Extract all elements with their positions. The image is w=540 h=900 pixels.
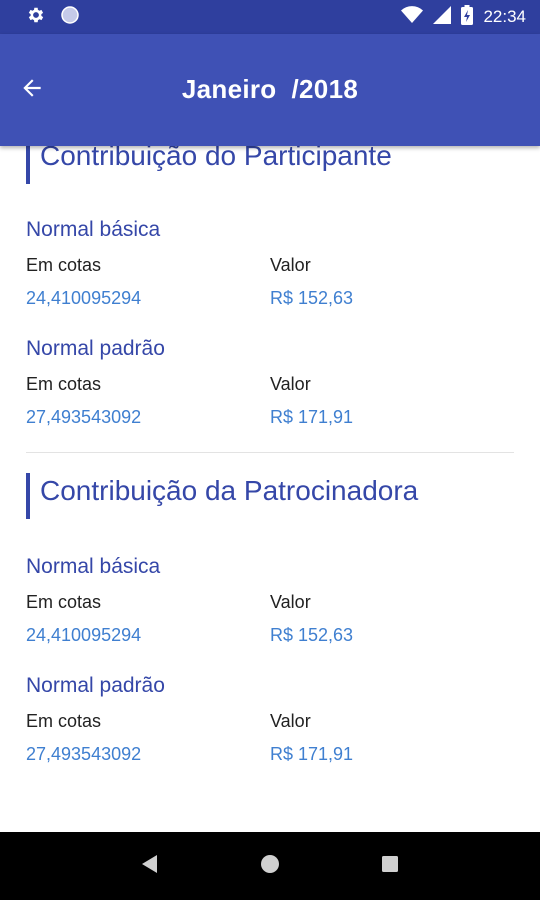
amount-value: R$ 171,91 (270, 744, 354, 764)
content-scroll[interactable]: Contribuição do Participante Normal bási… (0, 146, 540, 832)
status-right: 22:34 (401, 4, 526, 30)
section-accent-bar (26, 473, 30, 519)
group-title: Normal básica (26, 218, 161, 241)
back-triangle-icon (141, 854, 159, 879)
nav-recents-button[interactable] (370, 846, 410, 886)
nav-home-button[interactable] (250, 846, 290, 886)
section-header: Contribuição do Participante (0, 146, 540, 188)
settings-gear-icon (26, 5, 46, 30)
quota-value: 27,493543092 (26, 407, 142, 427)
value-label: Valor (270, 592, 311, 612)
status-bar: 22:34 (0, 0, 540, 34)
status-left (26, 5, 80, 30)
group-title: Normal básica (26, 555, 161, 578)
quota-value: 24,410095294 (26, 625, 142, 645)
section-accent-bar (26, 146, 30, 184)
quota-label: Em cotas (26, 255, 102, 275)
value-label: Valor (270, 711, 311, 731)
group-title: Normal padrão (26, 337, 165, 360)
wifi-icon (401, 5, 424, 29)
page-title: Janeiro /2018 (181, 74, 359, 104)
quota-label: Em cotas (26, 592, 102, 612)
amount-value: R$ 152,63 (270, 288, 354, 308)
quota-label: Em cotas (26, 374, 102, 394)
signal-icon (433, 5, 452, 29)
home-circle-icon (259, 853, 281, 880)
section-patrocinadora: Contribuição da Patrocinadora Normal bás… (0, 473, 540, 764)
section-participante: Contribuição do Participante Normal bási… (0, 146, 540, 427)
group-title: Normal padrão (26, 674, 165, 697)
value-label: Valor (270, 374, 311, 394)
circle-notification-icon (60, 5, 80, 30)
recents-square-icon (381, 855, 399, 878)
section-header: Contribuição da Patrocinadora (0, 473, 540, 523)
amount-value: R$ 152,63 (270, 625, 354, 645)
amount-value: R$ 171,91 (270, 407, 354, 427)
nav-back-button[interactable] (130, 846, 170, 886)
section-title: Contribuição da Patrocinadora (40, 475, 419, 506)
value-label: Valor (270, 255, 311, 275)
quota-label: Em cotas (26, 711, 102, 731)
status-time: 22:34 (483, 7, 526, 26)
system-nav-bar (0, 832, 540, 900)
app-bar: Janeiro /2018 (0, 34, 540, 146)
section-title: Contribuição do Participante (40, 146, 392, 171)
battery-charging-icon (461, 4, 474, 30)
quota-value: 24,410095294 (26, 288, 142, 308)
quota-value: 27,493543092 (26, 744, 142, 764)
section-divider (26, 452, 514, 453)
